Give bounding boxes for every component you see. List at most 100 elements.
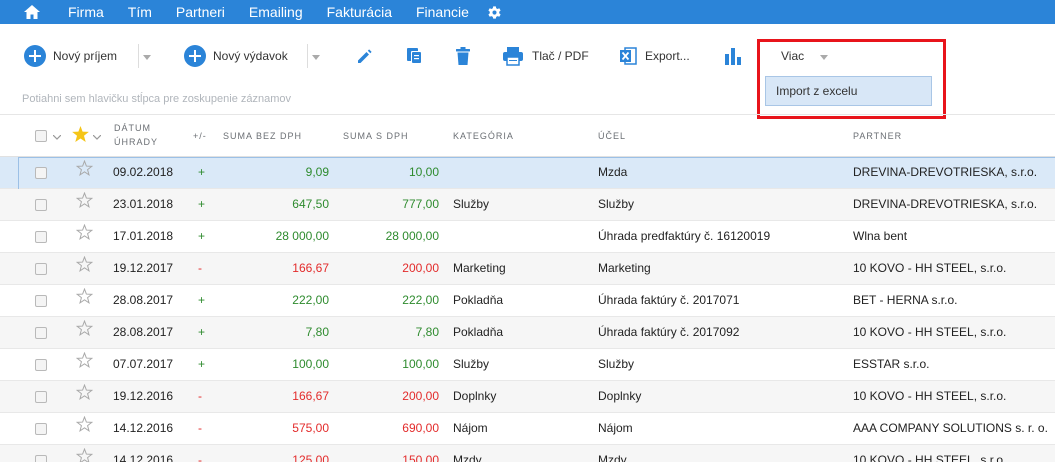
print-pdf-button[interactable]: Tlač / PDF — [502, 42, 589, 70]
copy-button[interactable] — [405, 42, 433, 70]
row-checkbox-cell[interactable] — [35, 157, 47, 188]
cell-sign: - — [198, 261, 202, 275]
row-checkbox[interactable] — [35, 454, 47, 462]
cell-partner: Wlna bent — [853, 229, 908, 243]
nav-item-emailing[interactable]: Emailing — [249, 0, 303, 24]
row-checkbox[interactable] — [35, 326, 47, 339]
row-checkbox[interactable] — [35, 166, 47, 179]
chevron-down-icon[interactable] — [92, 129, 102, 143]
nav-item-financie[interactable]: Financie — [416, 0, 469, 24]
nav-item-tim[interactable]: Tím — [128, 0, 152, 24]
chevron-down-icon[interactable] — [52, 129, 62, 143]
cell-amount-net: 166,67 — [292, 261, 329, 275]
plus-icon — [24, 45, 46, 67]
favorite-filter[interactable] — [72, 126, 102, 145]
column-header-date[interactable]: DÁTUM ÚHRADY — [114, 121, 158, 149]
table-row[interactable]: 19.12.2016 - 166,67 200,00 Doplnky Dopln… — [0, 381, 1055, 413]
row-checkbox[interactable] — [35, 198, 47, 211]
row-checkbox[interactable] — [35, 294, 47, 307]
delete-button[interactable] — [455, 42, 479, 70]
column-header-category[interactable]: KATEGÓRIA — [453, 129, 514, 143]
star-outline-icon[interactable] — [75, 349, 94, 380]
cell-category: Pokladňa — [453, 325, 504, 339]
row-favorite[interactable] — [75, 157, 94, 188]
row-favorite[interactable] — [75, 349, 94, 380]
cell-amount-net: 575,00 — [292, 421, 329, 435]
cell-date: 07.07.2017 — [113, 357, 174, 371]
row-favorite[interactable] — [75, 445, 94, 462]
star-outline-icon[interactable] — [75, 413, 94, 444]
cell-date: 28.08.2017 — [113, 325, 174, 339]
star-outline-icon[interactable] — [75, 253, 94, 284]
row-checkbox-cell[interactable] — [35, 349, 47, 380]
table-row[interactable]: 17.01.2018 + 28 000,00 28 000,00 Úhrada … — [0, 221, 1055, 253]
table-row[interactable]: 14.12.2016 - 125,00 150,00 Mzdy Mzdy 10 … — [0, 445, 1055, 462]
row-checkbox-cell[interactable] — [35, 253, 47, 284]
row-checkbox-cell[interactable] — [35, 189, 47, 220]
row-checkbox[interactable] — [35, 262, 47, 275]
cell-purpose: Úhrada predfaktúry č. 16120019 — [598, 229, 771, 243]
row-checkbox[interactable] — [35, 422, 47, 435]
new-expense-dropdown-toggle[interactable] — [307, 44, 323, 68]
cell-date: 14.12.2016 — [113, 421, 174, 435]
table-row[interactable]: 14.12.2016 - 575,00 690,00 Nájom Nájom A… — [0, 413, 1055, 445]
row-checkbox[interactable] — [35, 390, 47, 403]
table-row[interactable]: 19.12.2017 - 166,67 200,00 Marketing Mar… — [0, 253, 1055, 285]
row-checkbox-cell[interactable] — [35, 317, 47, 348]
cell-amount-net: 166,67 — [292, 389, 329, 403]
new-expense-button[interactable]: Nový výdavok — [184, 42, 288, 70]
row-checkbox[interactable] — [35, 358, 47, 371]
row-checkbox-cell[interactable] — [35, 381, 47, 412]
cell-purpose: Marketing — [598, 261, 651, 275]
nav-item-firma[interactable]: Firma — [68, 0, 104, 24]
row-favorite[interactable] — [75, 221, 94, 252]
row-checkbox-cell[interactable] — [35, 413, 47, 444]
new-income-button[interactable]: Nový príjem — [24, 42, 117, 70]
cell-amount-gross: 777,00 — [402, 197, 439, 211]
row-checkbox[interactable] — [35, 230, 47, 243]
row-favorite[interactable] — [75, 189, 94, 220]
star-outline-icon[interactable] — [75, 189, 94, 220]
table-row[interactable]: 07.07.2017 + 100,00 100,00 Služby Služby… — [0, 349, 1055, 381]
nav-item-fakturacia[interactable]: Fakturácia — [327, 0, 392, 24]
row-checkbox-cell[interactable] — [35, 221, 47, 252]
row-checkbox-cell[interactable] — [35, 445, 47, 462]
nav-item-partneri[interactable]: Partneri — [176, 0, 225, 24]
cell-sign: + — [198, 165, 206, 179]
cell-amount-net: 100,00 — [292, 357, 329, 371]
select-all-checkbox[interactable] — [35, 130, 47, 142]
star-outline-icon[interactable] — [75, 381, 94, 412]
statistics-button[interactable] — [724, 42, 750, 70]
edit-button[interactable] — [356, 42, 382, 70]
gear-icon[interactable] — [487, 4, 503, 20]
table-row[interactable]: 28.08.2017 + 222,00 222,00 Pokladňa Úhra… — [0, 285, 1055, 317]
star-outline-icon[interactable] — [75, 445, 94, 462]
column-header-partner[interactable]: PARTNER — [853, 129, 902, 143]
column-header-purpose[interactable]: ÚČEL — [598, 129, 626, 143]
export-button[interactable]: Export... — [619, 42, 690, 70]
import-excel-menu-item[interactable]: Import z excelu — [765, 76, 932, 106]
row-favorite[interactable] — [75, 253, 94, 284]
row-favorite[interactable] — [75, 381, 94, 412]
row-favorite[interactable] — [75, 317, 94, 348]
cell-sign: + — [198, 197, 206, 211]
star-outline-icon[interactable] — [75, 157, 94, 188]
star-outline-icon[interactable] — [75, 285, 94, 316]
table-row[interactable]: 23.01.2018 + 647,50 777,00 Služby Služby… — [0, 189, 1055, 221]
new-income-dropdown-toggle[interactable] — [138, 44, 154, 68]
column-header-sign[interactable]: +/- — [193, 129, 207, 143]
select-all-control[interactable] — [35, 129, 62, 143]
row-favorite[interactable] — [75, 413, 94, 444]
column-header-amount-net[interactable]: SUMA BEZ DPH — [223, 129, 302, 143]
table-row[interactable]: 09.02.2018 + 9,09 10,00 Mzda DREVINA-DRE… — [0, 157, 1055, 190]
row-favorite[interactable] — [75, 285, 94, 316]
column-header-amount-gross[interactable]: SUMA S DPH — [343, 129, 409, 143]
star-outline-icon[interactable] — [75, 221, 94, 252]
table-row[interactable]: 28.08.2017 + 7,80 7,80 Pokladňa Úhrada f… — [0, 317, 1055, 349]
star-outline-icon[interactable] — [75, 317, 94, 348]
row-checkbox-cell[interactable] — [35, 285, 47, 316]
home-icon[interactable] — [20, 0, 44, 24]
cell-sign: + — [198, 229, 206, 243]
star-filled-icon — [72, 126, 89, 145]
copy-icon — [405, 46, 425, 66]
